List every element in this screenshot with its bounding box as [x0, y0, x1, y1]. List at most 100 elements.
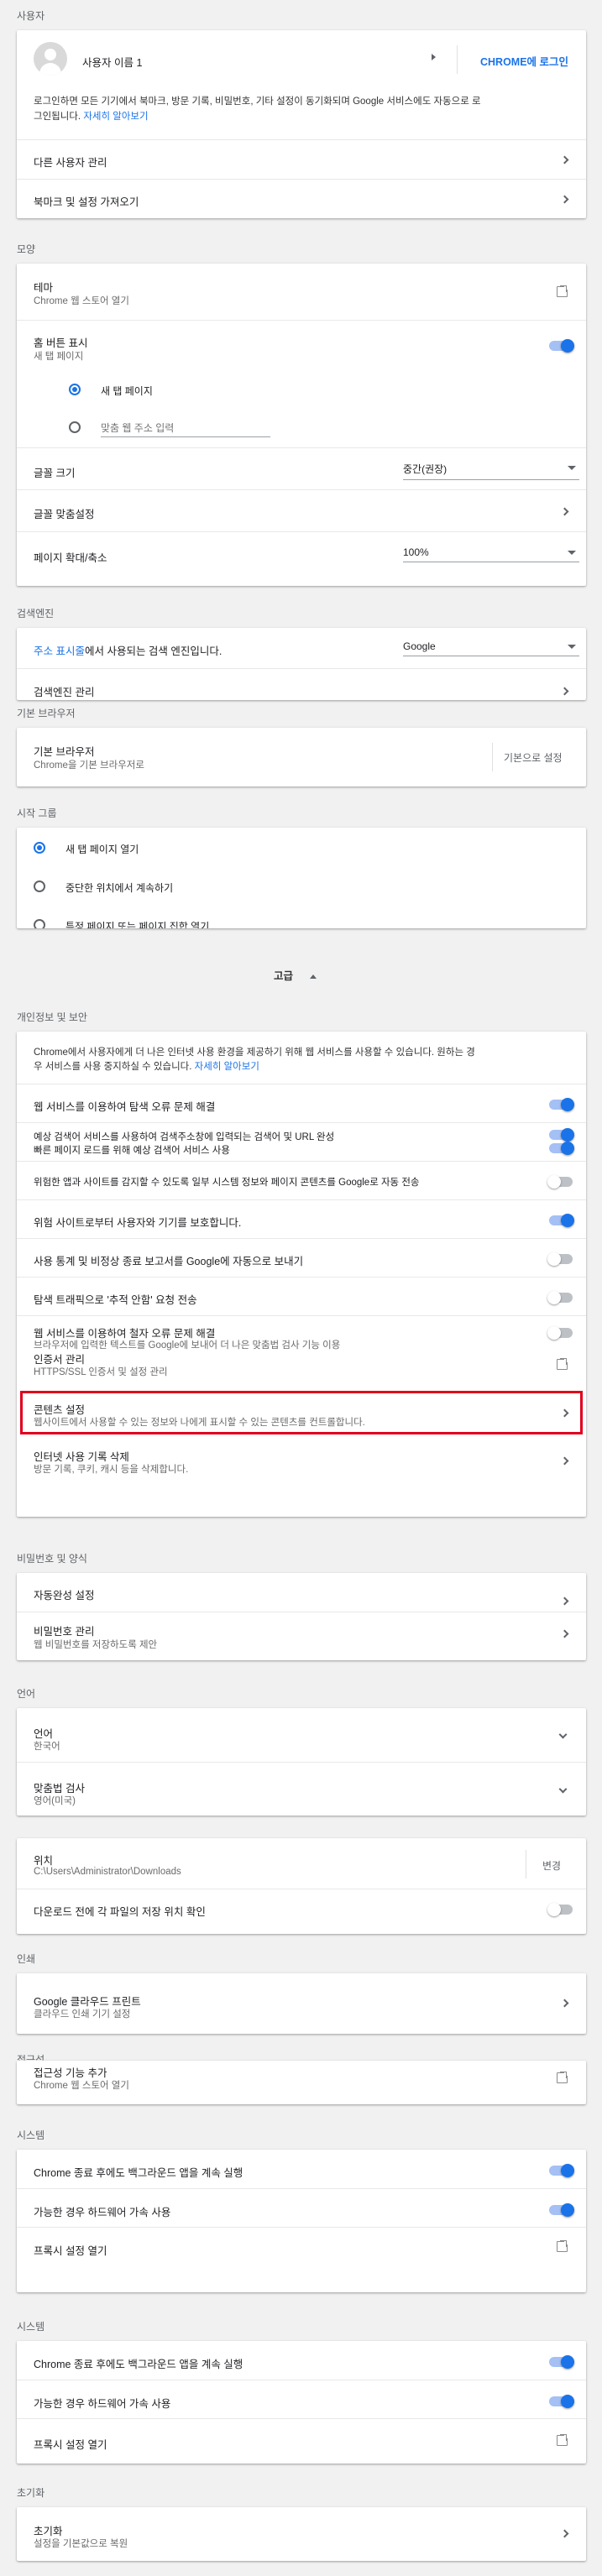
password-manager-sub: 웹 비밀번호를 저장하도록 제안 — [34, 1640, 158, 1650]
privacy-card: Chrome에서 사용자에게 더 나은 인터넷 사용 환경을 제공하기 위해 웹… — [17, 1032, 586, 1517]
customize-fonts-row[interactable]: 글꼴 맞춤설정 — [17, 489, 586, 531]
hw-accel-label: 가능한 경우 하드웨어 가속 사용 — [34, 2398, 171, 2410]
startup-opt1-row[interactable]: 새 탭 페이지 열기 — [17, 828, 586, 866]
manage-people-row[interactable]: 다른 사용자 관리 — [17, 139, 586, 179]
accessibility-card: 접근성 기능 추가 Chrome 웹 스토어 열기 — [17, 2061, 586, 2104]
chevron-right-icon — [560, 1629, 569, 1638]
radio-startup-continue[interactable] — [34, 880, 45, 892]
external-link-icon[interactable] — [557, 285, 569, 297]
spell-check-row[interactable]: 맞춤법 검사 영어(미국) — [17, 1762, 586, 1816]
chevron-right-icon — [560, 1456, 569, 1466]
reset-card: 초기화 설정을 기본값으로 복원 — [17, 2507, 586, 2561]
privacy-toggle[interactable] — [549, 1128, 574, 1142]
home-button-sub: 새 탭 페이지 — [34, 352, 84, 362]
external-link-icon[interactable] — [557, 1357, 569, 1370]
language-row[interactable]: 언어 한국어 — [17, 1708, 586, 1762]
privacy-toggle[interactable] — [549, 1098, 574, 1111]
hw-accel-toggle[interactable] — [549, 2203, 574, 2217]
radio-startup-newtab[interactable] — [34, 842, 45, 854]
certificates-row[interactable]: 인증서 관리 HTTPS/SSL 인증서 및 설정 관리 — [17, 1347, 586, 1381]
custom-url-input[interactable] — [101, 419, 270, 437]
startup-opt3-row[interactable]: 특정 페이지 또는 페이지 집합 열기 — [17, 905, 586, 928]
change-location-button[interactable]: 변경 — [542, 1858, 561, 1873]
content-settings-row[interactable]: 콘텐츠 설정 웹사이트에서 사용할 수 있는 정보와 나에게 표시할 수 있는 … — [17, 1387, 586, 1438]
add-accessibility-row[interactable]: 접근성 기능 추가 Chrome 웹 스토어 열기 — [17, 2061, 586, 2104]
privacy-learn-more-link[interactable]: 자세히 알아보기 — [195, 1062, 259, 1072]
search-engine-select[interactable]: Google — [403, 640, 579, 656]
theme-label: 테마 — [34, 282, 54, 294]
radio-newtab[interactable] — [69, 384, 81, 395]
proxy-row[interactable]: 프록시 설정 열기 — [17, 2227, 586, 2265]
cloud-print-row[interactable]: Google 클라우드 프린트 클라우드 인쇄 기기 설정 — [17, 1973, 586, 2034]
page-zoom-select[interactable]: 100% — [403, 546, 579, 562]
chevron-right-icon — [560, 1999, 569, 2008]
signin-button[interactable]: CHROME에 로그인 — [480, 53, 568, 69]
import-row[interactable]: 북마크 및 설정 가져오기 — [17, 179, 586, 218]
autofill-row[interactable]: 자동완성 설정 — [17, 1573, 586, 1612]
bg-apps-label: Chrome 종료 후에도 백그라운드 앱을 계속 실행 — [34, 2167, 243, 2179]
privacy-item-label: 위험한 앱과 사이트를 감지할 수 있도록 일부 시스템 정보와 페이지 콘텐츠… — [34, 1178, 420, 1188]
bg-apps-row: Chrome 종료 후에도 백그라운드 앱을 계속 실행 — [17, 2341, 586, 2380]
clear-data-sub: 방문 기록, 쿠키, 캐시 등을 삭제합니다. — [34, 1465, 189, 1475]
privacy-toggle[interactable] — [547, 1252, 573, 1266]
radio-startup-specific[interactable] — [34, 919, 45, 928]
theme-sub: Chrome 웹 스토어 열기 — [34, 296, 129, 306]
manage-people-label: 다른 사용자 관리 — [34, 157, 107, 169]
profile-name: 사용자 이름 1 — [82, 57, 143, 69]
privacy-item-label: 사용 통계 및 비정상 종료 보고서를 Google에 자동으로 보내기 — [34, 1256, 304, 1267]
profile-row[interactable]: 사용자 이름 1 CHROME에 로그인 — [17, 30, 586, 91]
bg-apps-toggle[interactable] — [549, 2355, 574, 2369]
radio-custom-row[interactable] — [17, 409, 586, 447]
default-browser-sub: Chrome을 기본 브라우저로 — [34, 760, 144, 771]
section-header-privacy: 개인정보 및 보안 — [17, 1011, 87, 1023]
privacy-toggle[interactable] — [547, 1175, 573, 1189]
chevron-down-icon[interactable] — [558, 1784, 568, 1794]
chevron-right-icon — [560, 507, 569, 516]
external-link-icon[interactable] — [557, 2239, 569, 2252]
privacy-toggle[interactable] — [547, 1291, 573, 1304]
radio-newtab-label: 새 탭 페이지 — [101, 385, 153, 397]
startup-opt2-row[interactable]: 중단한 위치에서 계속하기 — [17, 866, 586, 905]
learn-more-link[interactable]: 자세히 알아보기 — [83, 112, 148, 122]
proxy-row[interactable]: 프록시 설정 열기 — [17, 2418, 586, 2464]
font-size-row: 글꼴 크기 중간(권장) — [17, 447, 586, 489]
spell-check-value: 영어(미국) — [34, 1796, 76, 1806]
signin-desc-2: 그인됩니다. 자세히 알아보기 — [34, 112, 149, 122]
startup-opt1-label: 새 탭 페이지 열기 — [65, 844, 139, 855]
privacy-item-row: 웹 서비스를 이용하여 탐색 오류 문제 해결 — [17, 1084, 586, 1122]
reset-row[interactable]: 초기화 설정을 기본값으로 복원 — [17, 2507, 586, 2561]
privacy-toggle[interactable] — [549, 1214, 574, 1227]
system-card: Chrome 종료 후에도 백그라운드 앱을 계속 실행 가능한 경우 하드웨어… — [17, 2150, 586, 2292]
advanced-label: 고급 — [274, 970, 294, 982]
privacy-item-label: 탐색 트래픽으로 '추적 안함' 요청 전송 — [34, 1294, 197, 1306]
password-manager-row[interactable]: 비밀번호 관리 웹 비밀번호를 저장하도록 제안 — [17, 1612, 586, 1660]
advanced-toggle[interactable]: 고급 — [274, 967, 317, 983]
proxy-label: 프록시 설정 열기 — [34, 2245, 107, 2257]
chevron-right-icon — [560, 155, 569, 165]
home-button-toggle[interactable] — [549, 339, 574, 353]
hw-accel-row: 가능한 경우 하드웨어 가속 사용 — [17, 2188, 586, 2227]
privacy-toggle[interactable] — [547, 1326, 573, 1340]
font-size-select[interactable]: 중간(권장) — [403, 462, 579, 480]
manage-search-row[interactable]: 검색엔진 관리 — [17, 668, 586, 700]
languages-card: 언어 한국어 맞춤법 검사 영어(미국) — [17, 1708, 586, 1816]
external-link-icon[interactable] — [557, 2071, 569, 2083]
cloud-print-sub: 클라우드 인쇄 기기 설정 — [34, 2009, 131, 2020]
profile-arrow-icon[interactable] — [432, 54, 436, 60]
address-bar-link[interactable]: 주소 표시줄 — [34, 645, 85, 657]
chevron-right-icon — [560, 2529, 569, 2538]
bg-apps-toggle[interactable] — [549, 2164, 574, 2177]
theme-row[interactable]: 테마 Chrome 웹 스토어 열기 — [17, 264, 586, 320]
external-link-icon[interactable] — [557, 2433, 569, 2446]
startup-opt2-label: 중단한 위치에서 계속하기 — [65, 882, 174, 894]
radio-newtab-row[interactable]: 새 탭 페이지 — [17, 370, 586, 409]
bg-apps-label: Chrome 종료 후에도 백그라운드 앱을 계속 실행 — [34, 2359, 243, 2370]
chevron-down-icon[interactable] — [558, 1730, 568, 1739]
hw-accel-toggle[interactable] — [549, 2395, 574, 2408]
privacy-toggle[interactable] — [549, 1142, 574, 1155]
section-header-search: 검색엔진 — [17, 608, 55, 619]
download-ask-toggle[interactable] — [547, 1903, 573, 1916]
radio-custom[interactable] — [69, 421, 81, 433]
clear-data-row[interactable]: 인터넷 사용 기록 삭제 방문 기록, 쿠키, 캐시 등을 삭제합니다. — [17, 1440, 586, 1492]
make-default-button[interactable]: 기본으로 설정 — [504, 750, 563, 765]
